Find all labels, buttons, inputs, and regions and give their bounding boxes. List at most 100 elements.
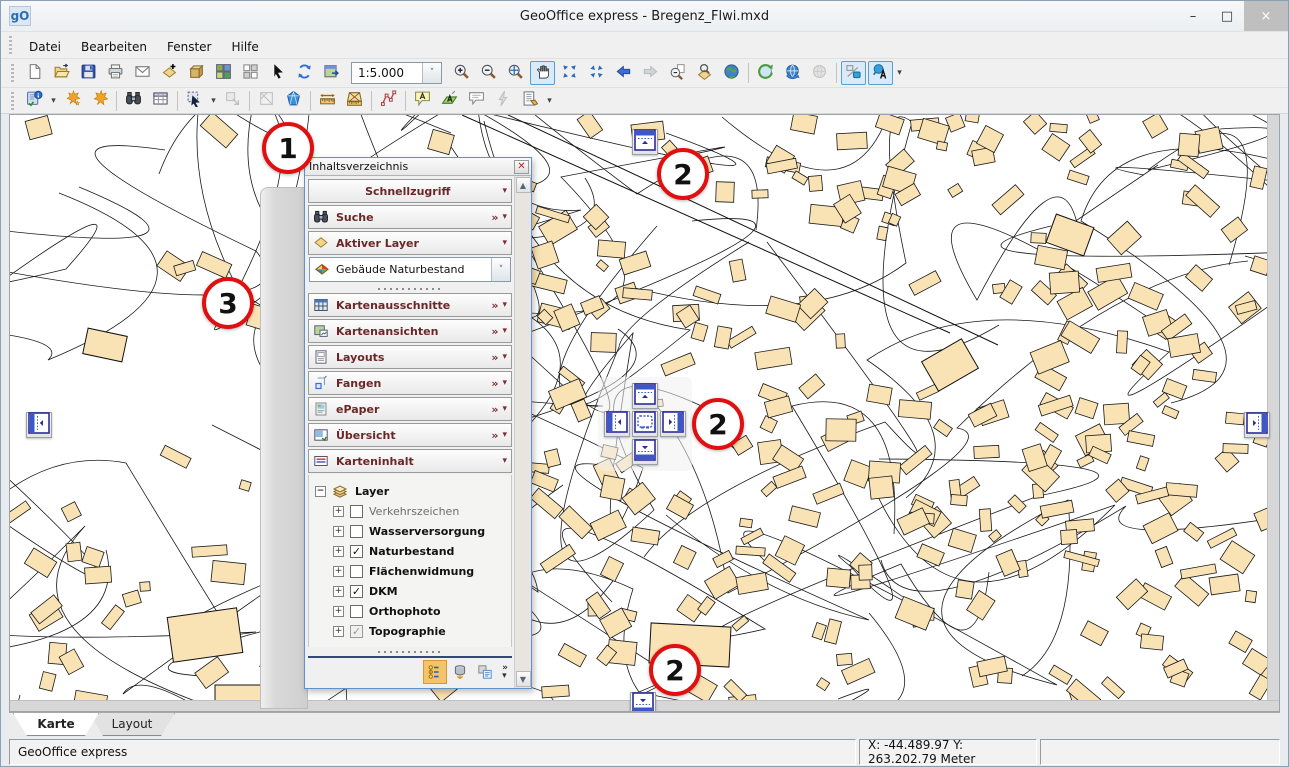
active-layer-combo[interactable]: Gebäude Naturbestand˅ — [309, 257, 511, 282]
label-callout-button[interactable] — [410, 89, 435, 113]
dropdown-caret-icon[interactable]: ▾ — [208, 89, 219, 113]
expand-icon[interactable]: + — [333, 586, 344, 597]
refresh-map-button[interactable] — [753, 61, 778, 85]
expand-more-icon[interactable]: » — [491, 211, 498, 224]
zoom-previous-button[interactable] — [665, 61, 690, 85]
world-offline-button[interactable] — [807, 61, 832, 85]
expand-icon[interactable]: + — [333, 626, 344, 637]
annotation-button[interactable] — [464, 89, 489, 113]
layer-checkbox[interactable]: ✓ — [350, 625, 363, 638]
expand-more-icon[interactable]: » — [491, 351, 498, 364]
chevron-down-icon[interactable]: ▾ — [502, 352, 507, 362]
new-document-button[interactable] — [22, 61, 47, 85]
layer-checkbox[interactable] — [350, 525, 363, 538]
expand-more-icon[interactable]: » — [491, 403, 498, 416]
panel-section-layouts[interactable]: Layouts»▾ — [308, 345, 512, 369]
pan-up-button[interactable] — [632, 383, 658, 409]
move-graphics-button[interactable] — [220, 89, 245, 113]
toolbar-grip[interactable] — [9, 64, 17, 82]
chevron-down-icon[interactable]: ▾ — [502, 300, 507, 310]
footer-overflow-icon[interactable]: »▾ — [502, 664, 508, 680]
label-polygon-button[interactable] — [437, 89, 462, 113]
layer-checkbox[interactable]: ✓ — [350, 545, 363, 558]
chevron-down-icon[interactable]: ˅ — [422, 63, 441, 83]
panel-section-fangen[interactable]: Fangen»▾ — [308, 371, 512, 395]
toolbar-grip[interactable] — [9, 92, 17, 110]
tree-view-icon[interactable] — [423, 660, 447, 684]
spark-new-button[interactable] — [60, 89, 85, 113]
collapse-icon[interactable]: − — [315, 486, 326, 497]
layer-item-topographie[interactable]: +✓Topographie — [315, 621, 509, 641]
layer-checkbox[interactable] — [350, 605, 363, 618]
add-data-button[interactable] — [157, 61, 182, 85]
find-binoculars-button[interactable] — [121, 89, 146, 113]
menu-item-fenster[interactable]: Fenster — [157, 37, 222, 57]
measure-area-button[interactable] — [342, 89, 367, 113]
select-graphics-button[interactable] — [182, 89, 207, 113]
panel-resize-dots[interactable] — [308, 284, 512, 293]
hyperlink-search-button[interactable] — [692, 61, 717, 85]
zoom-in-fixed-button[interactable] — [557, 61, 582, 85]
spark-button[interactable] — [87, 89, 112, 113]
minimize-button[interactable]: – — [1176, 1, 1210, 31]
globe-button[interactable] — [719, 61, 744, 85]
select-pointer-button[interactable] — [265, 61, 290, 85]
scale-combo[interactable]: 1:5.000˅ — [351, 62, 442, 84]
dropdown-caret-icon[interactable]: ▾ — [894, 61, 905, 85]
menu-item-bearbeiten[interactable]: Bearbeiten — [71, 37, 157, 57]
pan-right-button[interactable] — [1244, 412, 1270, 438]
layer-checkbox[interactable]: ✓ — [350, 585, 363, 598]
menu-item-datei[interactable]: Datei — [19, 37, 71, 57]
measure-distance-button[interactable] — [315, 89, 340, 113]
layer-tree-root[interactable]: −Layer — [315, 481, 509, 501]
pan-left-button[interactable] — [26, 412, 52, 438]
tab-karte[interactable]: Karte — [13, 713, 99, 736]
attribute-table-button[interactable] — [148, 89, 173, 113]
dropdown-caret-icon[interactable]: ▾ — [48, 89, 59, 113]
tab-layout[interactable]: Layout — [89, 713, 175, 736]
layer-checkbox[interactable] — [350, 565, 363, 578]
layer-item-dkm[interactable]: +✓DKM — [315, 581, 509, 601]
edit-vertices-button[interactable] — [376, 89, 401, 113]
chevron-down-icon[interactable]: ▾ — [502, 404, 507, 414]
chevron-down-icon[interactable]: ˅ — [491, 258, 510, 281]
dropdown-caret-icon[interactable]: ▾ — [544, 89, 555, 113]
save-button[interactable] — [76, 61, 101, 85]
draw-toggle-button[interactable] — [841, 61, 866, 85]
scroll-down-icon[interactable]: ▼ — [516, 671, 531, 687]
buffer-gem-button[interactable] — [281, 89, 306, 113]
thumbnail-grid-button[interactable] — [211, 61, 236, 85]
expand-icon[interactable]: + — [333, 526, 344, 537]
chevron-down-icon[interactable]: ▾ — [502, 238, 507, 248]
panel-section-aktiverlayer[interactable]: Aktiver Layer▾ — [308, 231, 512, 255]
expand-icon[interactable]: + — [333, 506, 344, 517]
layer-item-wasserversorgung[interactable]: +Wasserversorgung — [315, 521, 509, 541]
pan-right-button[interactable] — [660, 411, 686, 437]
chevron-down-icon[interactable]: ▾ — [502, 430, 507, 440]
pan-down-button[interactable] — [632, 439, 658, 465]
expand-icon[interactable]: + — [333, 546, 344, 557]
maximize-button[interactable]: □ — [1210, 1, 1244, 31]
panel-section-kartenansichten[interactable]: Kartenansichten»▾ — [308, 319, 512, 343]
database-icon[interactable] — [448, 660, 472, 684]
toolbar-grip[interactable] — [7, 36, 15, 54]
email-button[interactable] — [130, 61, 155, 85]
copy-layers-icon[interactable] — [473, 660, 497, 684]
layer-checkbox[interactable] — [350, 505, 363, 518]
export-map-button[interactable] — [319, 61, 344, 85]
layer-item-naturbestand[interactable]: +✓Naturbestand — [315, 541, 509, 561]
pan-up-button[interactable] — [632, 129, 658, 155]
pan-left-button[interactable] — [604, 411, 630, 437]
pan-down-button[interactable] — [630, 692, 656, 712]
panel-section-epaper[interactable]: ePaper»▾ — [308, 397, 512, 421]
zoom-window-button[interactable] — [503, 61, 528, 85]
label-search-button[interactable] — [868, 61, 893, 85]
expand-icon[interactable]: + — [333, 606, 344, 617]
expand-more-icon[interactable]: » — [491, 325, 498, 338]
expand-more-icon[interactable]: » — [491, 377, 498, 390]
world-refresh-button[interactable] — [780, 61, 805, 85]
panel-section-suche[interactable]: Suche»▾ — [308, 205, 512, 229]
pan-button[interactable] — [530, 61, 555, 85]
layer-item-flchenwidmung[interactable]: +Flächenwidmung — [315, 561, 509, 581]
panel-section-bersicht[interactable]: Übersicht»▾ — [308, 423, 512, 447]
